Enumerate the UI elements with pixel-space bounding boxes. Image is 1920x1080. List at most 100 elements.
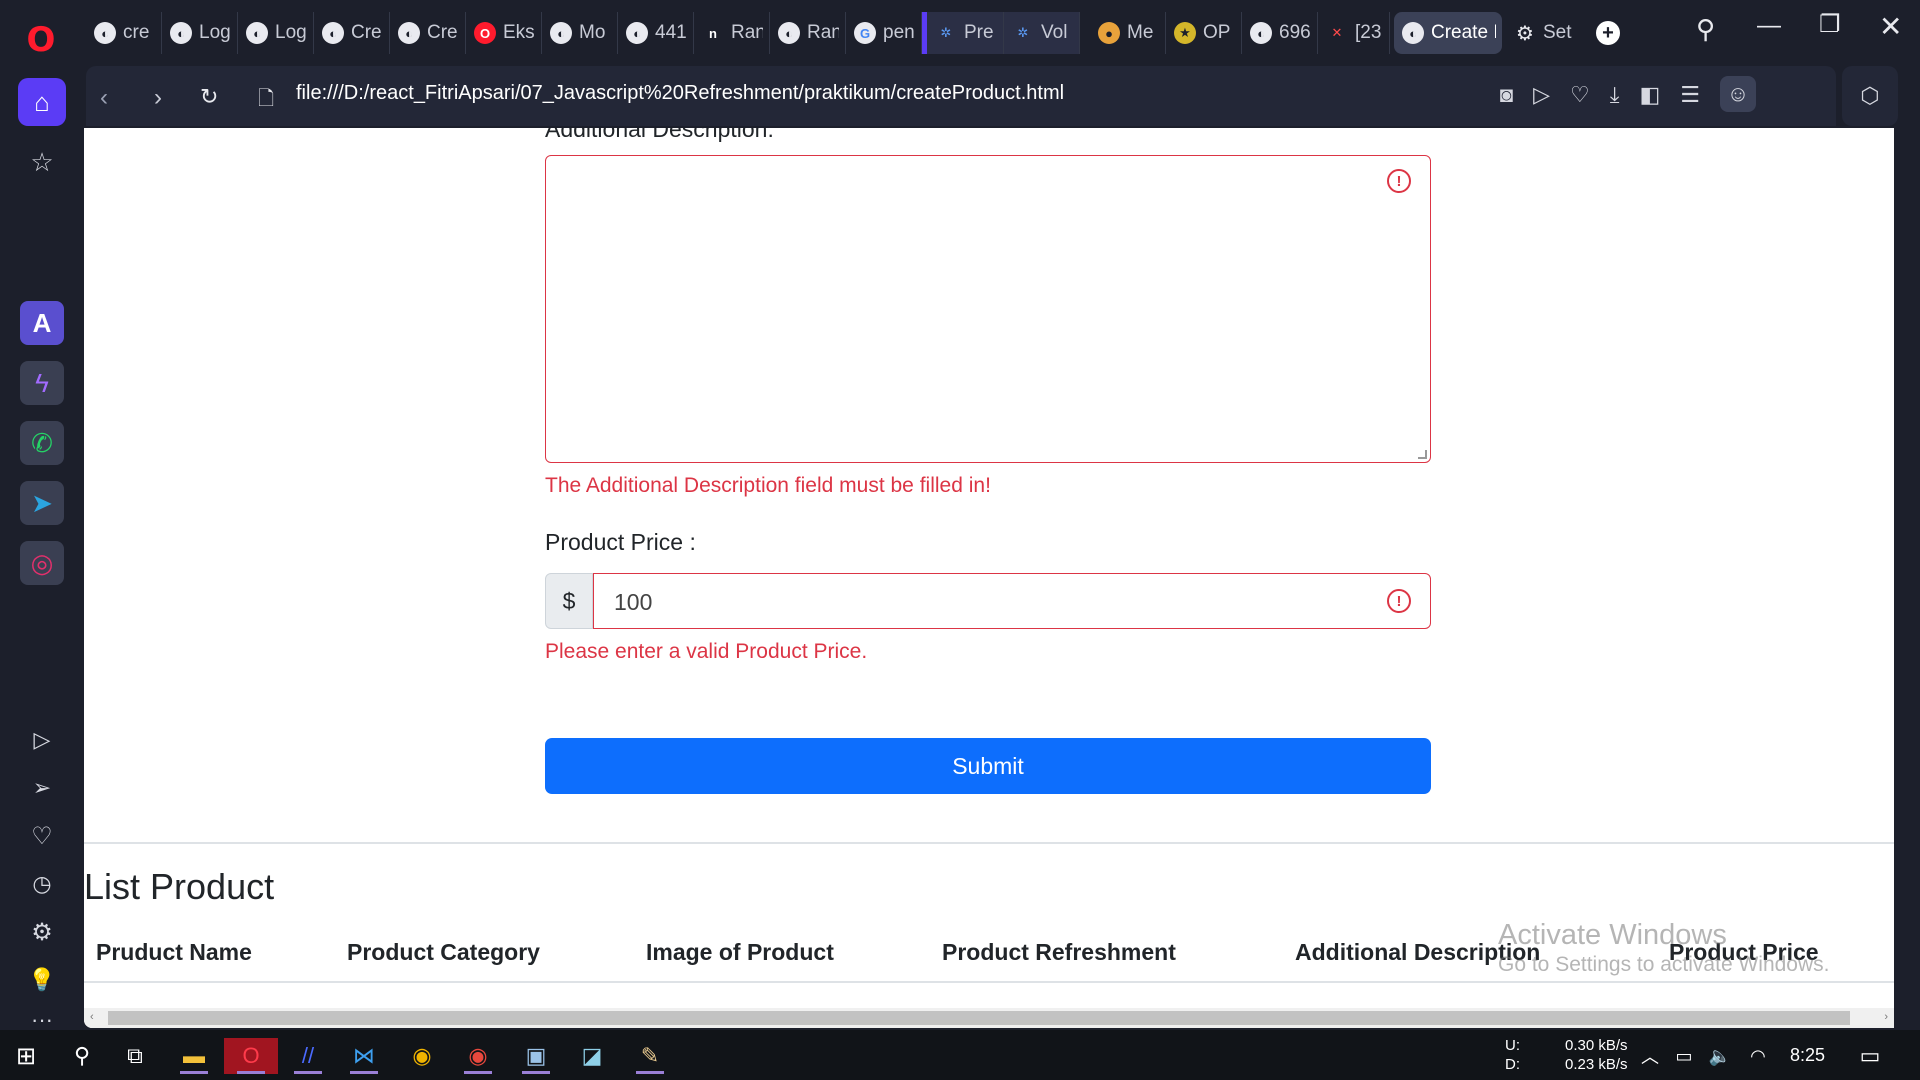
- profile-icon[interactable]: ☺: [1720, 76, 1756, 112]
- heart-icon[interactable]: ♡: [1570, 82, 1590, 112]
- restore-icon[interactable]: ❐: [1819, 10, 1841, 39]
- battery-saver-icon[interactable]: ◧: [1639, 82, 1660, 112]
- globe-icon: ◐: [170, 22, 192, 44]
- tab[interactable]: ✲ Vol: [1004, 12, 1080, 54]
- history-icon[interactable]: ◷: [18, 860, 66, 908]
- vscode-icon[interactable]: ⋈: [346, 1038, 382, 1074]
- task-view-icon[interactable]: ⧉: [117, 1038, 153, 1074]
- clock[interactable]: 8:25: [1790, 1045, 1825, 1066]
- tab[interactable]: ◐ Cre: [390, 12, 466, 54]
- tab[interactable]: O Eks: [466, 12, 542, 54]
- home-icon[interactable]: ⌂: [18, 78, 66, 126]
- tab[interactable]: ● Me: [1090, 12, 1166, 54]
- window-app-icon[interactable]: ▣: [518, 1038, 554, 1074]
- close-icon[interactable]: ✕: [1879, 10, 1902, 43]
- play-icon[interactable]: ▷: [1533, 82, 1550, 112]
- shield-icon: ★: [1174, 22, 1196, 44]
- notes-app-icon[interactable]: ◪: [574, 1038, 610, 1074]
- globe-icon: ◐: [94, 22, 116, 44]
- settings-icon[interactable]: ⚙: [18, 908, 66, 956]
- horizontal-scrollbar[interactable]: ‹ ›: [84, 1008, 1894, 1028]
- notification-icon[interactable]: ▭: [1852, 1038, 1888, 1074]
- table-header-border: [84, 981, 1894, 983]
- scroll-right-icon[interactable]: ›: [1884, 1011, 1888, 1023]
- opera-logo-icon[interactable]: O: [21, 20, 61, 60]
- download-icon[interactable]: ⤓: [1610, 82, 1620, 112]
- aria-icon[interactable]: A: [20, 301, 64, 345]
- camera-icon[interactable]: ◙: [1500, 82, 1513, 112]
- tab-list: ◐ cre ◐ Log ◐ Log ◐ Cre ◐ Cre O Eks ◐ Mo ◐ 441 n…: [86, 12, 1620, 54]
- tab[interactable]: ◐ Cre: [314, 12, 390, 54]
- tab[interactable]: ◐ Ran: [770, 12, 846, 54]
- search-icon[interactable]: ⚲: [64, 1038, 100, 1074]
- minimize-icon[interactable]: —: [1757, 12, 1781, 40]
- easy-setup-icon[interactable]: ☰: [1680, 82, 1700, 112]
- tab[interactable]: Gpen: [846, 12, 922, 54]
- url-field[interactable]: file:///D:/react_FitriApsari/07_Javascri…: [296, 82, 1064, 105]
- notion-icon: n: [709, 25, 717, 41]
- wifi-icon[interactable]: ◠: [1740, 1038, 1776, 1074]
- error-icon: !: [1387, 589, 1411, 613]
- page-viewport: Additional Description: ! The Additional…: [84, 128, 1894, 1028]
- chrome-icon[interactable]: ◉: [460, 1038, 496, 1074]
- globe-icon: ◐: [778, 22, 800, 44]
- opera-sidebar: ⌂ ☆ A ϟ ✆ ➤ ◎ ▷ ➢ ♡ ◷ ⚙ 💡 ···: [0, 64, 86, 1032]
- tab[interactable]: ★ OP: [1166, 12, 1242, 54]
- windows-taskbar: ⊞ ⚲ ⧉ ▬ O // ⋈ ◉ ◉ ▣ ◪ ✎ U: D: 0.30 kB/s 0…: [0, 1030, 1920, 1080]
- instagram-icon[interactable]: ◎: [20, 541, 64, 585]
- player-icon[interactable]: ▷: [18, 716, 66, 764]
- heart-icon[interactable]: ♡: [18, 812, 66, 860]
- volume-icon[interactable]: 🔈: [1702, 1038, 1738, 1074]
- horizontal-scroll-thumb[interactable]: [108, 1011, 1850, 1025]
- tab[interactable]: ◐ 696: [1242, 12, 1318, 54]
- messenger-icon[interactable]: ϟ: [20, 361, 64, 405]
- whatsapp-icon[interactable]: ✆: [20, 421, 64, 465]
- tab[interactable]: ✲ Pre: [922, 12, 1004, 54]
- opera-taskbar-icon[interactable]: O: [224, 1038, 278, 1074]
- globe-icon: ◐: [322, 22, 344, 44]
- tab[interactable]: ◐ cre: [86, 12, 162, 54]
- telegram-icon[interactable]: ➤: [20, 481, 64, 525]
- tab[interactable]: ✕ [23: [1318, 12, 1390, 54]
- scroll-left-icon[interactable]: ‹: [90, 1011, 94, 1023]
- battery-icon[interactable]: ▭: [1666, 1038, 1702, 1074]
- column-header: Image of Product: [646, 939, 834, 965]
- globe-icon: ◐: [398, 22, 420, 44]
- tab[interactable]: ◐ Log: [162, 12, 238, 54]
- description-error: The Additional Description field must be…: [545, 474, 991, 497]
- windows-start-icon[interactable]: ⊞: [8, 1038, 44, 1074]
- send-icon[interactable]: ➢: [18, 764, 66, 812]
- list-title: List Product: [84, 866, 275, 907]
- file-explorer-icon[interactable]: ▬: [176, 1038, 212, 1074]
- reload-icon[interactable]: ↻: [200, 84, 218, 110]
- resize-handle-icon[interactable]: [1418, 450, 1427, 459]
- slash-app-icon[interactable]: //: [290, 1038, 326, 1074]
- chevron-up-icon[interactable]: ︿: [1632, 1038, 1668, 1074]
- tab-active[interactable]: ◐ Create I: [1394, 12, 1502, 54]
- description-textarea[interactable]: !: [545, 155, 1431, 463]
- tab[interactable]: ◐ Mo: [542, 12, 618, 54]
- error-icon: !: [1387, 169, 1411, 193]
- extensions-icon[interactable]: ⬡: [1842, 66, 1898, 126]
- tab[interactable]: n Ran: [694, 12, 770, 54]
- tab[interactable]: ⚙ Set: [1506, 12, 1582, 54]
- network-icon: ✲: [940, 25, 952, 40]
- paint-app-icon[interactable]: ✎: [632, 1038, 668, 1074]
- new-tab-icon[interactable]: +: [1596, 21, 1620, 45]
- price-label: Product Price :: [545, 529, 696, 555]
- description-label: Additional Description:: [545, 128, 774, 142]
- tab[interactable]: ◐ Log: [238, 12, 314, 54]
- forward-icon[interactable]: ›: [154, 84, 162, 112]
- chrome-icon[interactable]: ◉: [404, 1038, 440, 1074]
- file-icon: 🗋: [258, 88, 275, 110]
- price-error: Please enter a valid Product Price.: [545, 640, 868, 663]
- search-icon[interactable]: ⚲: [1696, 14, 1715, 45]
- back-icon[interactable]: ‹: [100, 84, 108, 112]
- speed-dial-star-icon[interactable]: ☆: [18, 138, 66, 186]
- toolbar-icons: ◙ ▷ ♡ ⤓ ◧ ☰ ☺: [1500, 76, 1756, 112]
- price-input[interactable]: 100 !: [593, 573, 1431, 629]
- address-bar: ‹ › ↻ 🗋 file:///D:/react_FitriApsari/07_…: [86, 66, 1836, 126]
- gear-icon: ⚙: [1516, 22, 1534, 45]
- submit-button[interactable]: Submit: [545, 738, 1431, 794]
- tab[interactable]: ◐ 441: [618, 12, 694, 54]
